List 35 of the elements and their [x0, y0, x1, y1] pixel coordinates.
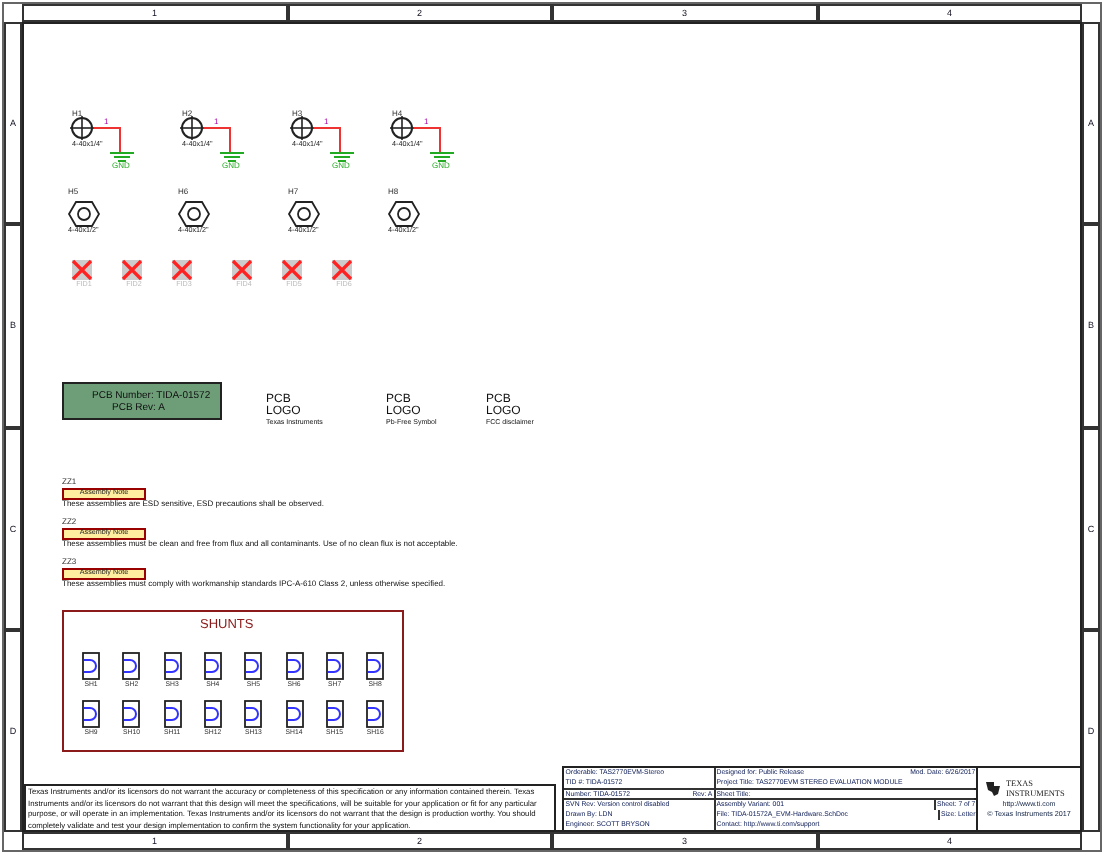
standoff-icon [178, 200, 210, 228]
shunt-icon [366, 652, 385, 680]
fiducial-icon [122, 260, 142, 280]
ground-icon [110, 152, 134, 162]
ground-icon [220, 152, 244, 162]
shunt-icon [244, 652, 263, 680]
shunt-icon [203, 700, 222, 728]
shunt-icon [366, 700, 385, 728]
mounting-hole-icon [290, 116, 314, 140]
shunt-icon [163, 700, 182, 728]
texas-state-logo-icon [984, 780, 1002, 798]
shunt-icon [285, 652, 303, 680]
standoff-icon [288, 200, 320, 228]
mounting-hole-icon [390, 116, 414, 140]
mounting-hole-icon [180, 116, 204, 140]
standoff-icon [68, 200, 100, 228]
fiducial-icon [72, 260, 92, 280]
fiducial-icon [332, 260, 352, 280]
shunt-icon [325, 700, 344, 728]
fiducial-icon [282, 260, 302, 280]
shunt-icon [325, 652, 344, 680]
shunt-icon [285, 700, 303, 728]
shunt-icon [122, 652, 141, 680]
fiducial-icon [172, 260, 192, 280]
shunt-icon [82, 700, 100, 728]
shunt-icon [122, 700, 141, 728]
mounting-hole-icon [70, 116, 94, 140]
shunt-icon [163, 652, 182, 680]
fiducial-icon [232, 260, 252, 280]
shunt-icon [244, 700, 263, 728]
ground-icon [430, 152, 454, 162]
ground-icon [330, 152, 354, 162]
shunt-icon [82, 652, 100, 680]
standoff-icon [388, 200, 420, 228]
shunt-icon [203, 652, 222, 680]
